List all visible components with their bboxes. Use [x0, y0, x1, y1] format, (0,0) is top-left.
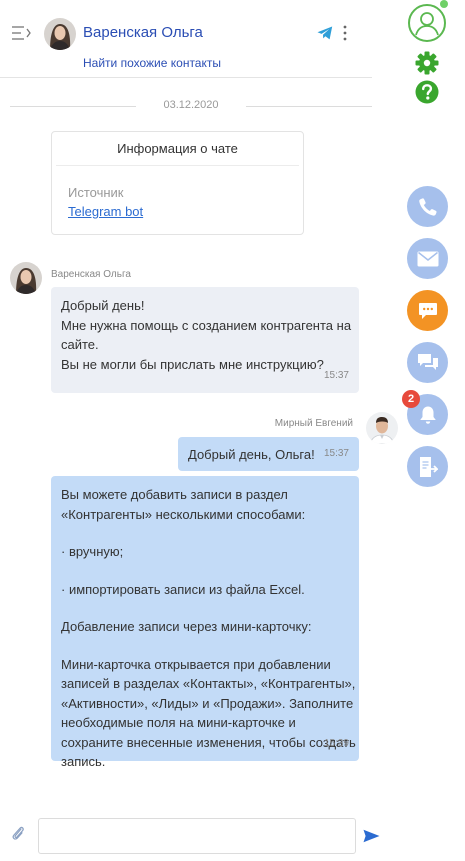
gear-icon[interactable] [414, 50, 440, 76]
message-line: необходимые поля на мини-карточке и [61, 715, 296, 730]
right-action-rail: 2 [400, 0, 465, 861]
message-line: сайте. [61, 337, 99, 352]
bell-icon [419, 406, 436, 424]
sender-avatar [10, 262, 42, 294]
message-time: 15:39 [323, 737, 349, 749]
profile-button[interactable] [408, 4, 446, 42]
documents-button[interactable] [407, 446, 448, 487]
chat-icon [418, 302, 437, 319]
chat-button[interactable] [407, 290, 448, 331]
message-input[interactable] [38, 818, 356, 854]
messages-icon [417, 353, 438, 370]
message-line: Вы не могли бы прислать мне инструкцию? [61, 356, 324, 372]
send-icon[interactable] [363, 829, 380, 843]
find-similar-contacts-link[interactable]: Найти похожие контакты [83, 56, 221, 70]
menu-icon[interactable] [11, 25, 33, 41]
source-link[interactable]: Telegram bot [68, 204, 143, 219]
message-line: Мини-карточка открывается при добавлении [61, 656, 331, 672]
chat-panel: Варенская Ольга Найти похожие контакты 0… [0, 0, 400, 861]
call-button[interactable] [407, 186, 448, 227]
date-label: 03.12.2020 [163, 99, 219, 111]
date-separator: 03.12.2020 [10, 96, 372, 116]
message-line: Мне нужна помощь с созданием контрагента… [61, 317, 352, 333]
online-status-dot [440, 0, 448, 8]
email-icon [417, 251, 438, 266]
message-line: «Контрагенты» несколькими способами: [61, 506, 306, 522]
message-time: 15:37 [323, 369, 349, 381]
help-icon[interactable] [414, 79, 440, 105]
notification-count-badge: 2 [402, 390, 420, 408]
message-line: сохраните внесенные изменения, чтобы соз… [61, 734, 356, 750]
outgoing-message: Добрый день, Ольга! 15:37 [178, 437, 359, 471]
more-vertical-icon[interactable] [342, 25, 348, 41]
message-line: · вручную; [61, 544, 124, 559]
phone-icon [418, 197, 437, 216]
message-composer [0, 812, 400, 860]
message-line: «Активности», «Лиды» и «Продажи». Заполн… [61, 695, 354, 711]
message-line: Добрый день! [61, 298, 145, 313]
chat-info-card: Информация о чате Источник Telegram bot [51, 131, 304, 235]
message-sender: Варенская Ольга [51, 269, 131, 280]
message-line: · импортировать записи из файла Excel. [61, 581, 305, 597]
profile-icon [415, 12, 439, 36]
message-sender: Мирный Евгений [274, 418, 353, 429]
agent-avatar [366, 412, 398, 444]
telegram-icon [317, 26, 333, 40]
message-line: записей в разделах «Контакты», «Контраге… [61, 676, 356, 691]
contact-name[interactable]: Варенская Ольга [83, 24, 203, 41]
email-button[interactable] [407, 238, 448, 279]
chat-info-title: Информация о чате [56, 132, 299, 166]
message-line: Добавление записи через мини-карточку: [61, 619, 312, 634]
outgoing-message: Вы можете добавить записи в раздел «Конт… [51, 476, 359, 769]
paperclip-icon[interactable] [11, 825, 25, 841]
document-icon [419, 456, 438, 477]
incoming-message: Добрый день! Мне нужна помощь с создание… [51, 287, 359, 393]
message-line: запись. [61, 754, 106, 769]
contact-avatar[interactable] [44, 18, 76, 50]
chat-header: Варенская Ольга Найти похожие контакты [0, 0, 372, 78]
messages-button[interactable] [407, 342, 448, 383]
message-line: Вы можете добавить записи в раздел [61, 487, 288, 502]
source-label: Источник [68, 185, 124, 200]
message-time: 15:37 [323, 447, 349, 459]
